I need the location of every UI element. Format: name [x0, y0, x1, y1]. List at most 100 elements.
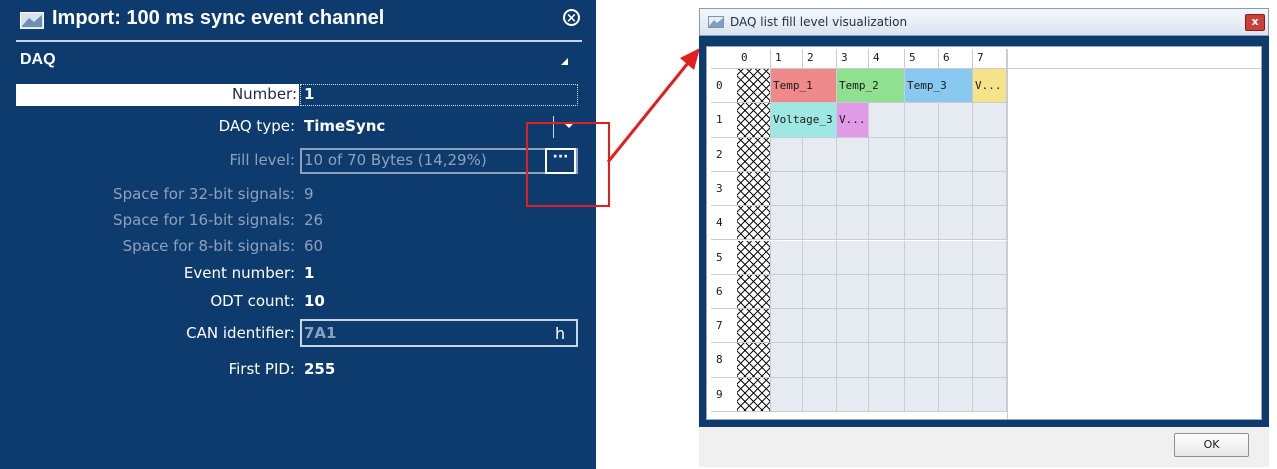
row-header: 7: [711, 309, 737, 344]
grid-cell: [939, 240, 973, 275]
close-icon[interactable]: x: [1245, 14, 1265, 31]
grid-cell: [939, 309, 973, 344]
row-header: 1: [711, 103, 737, 138]
column-header: 0: [737, 49, 771, 69]
highlight-box: [526, 122, 610, 207]
grid-cell: [803, 171, 837, 207]
grid-cell: [803, 137, 837, 172]
grid-cell: [869, 274, 905, 310]
grid-cell: [771, 343, 803, 378]
grid-cell: [905, 206, 939, 241]
grid-cell: [837, 274, 869, 310]
grid-cell: [771, 240, 803, 275]
grid-cell: [973, 274, 1007, 310]
pid-cell: [737, 343, 771, 378]
grid-cell: [905, 137, 939, 172]
row-header: 9: [711, 378, 737, 412]
signal-block[interactable]: Voltage_3: [771, 103, 837, 137]
grid-cell: [905, 240, 939, 275]
odt-count-value[interactable]: 10: [304, 292, 325, 310]
properties-panel: Import: 100 ms sync event channel × DAQ …: [0, 0, 596, 469]
grid-cell: [803, 240, 837, 275]
space8-label: Space for 8-bit signals:: [122, 237, 295, 255]
grid-cell: [939, 103, 973, 138]
row-header: 5: [711, 241, 737, 275]
column-header: 1: [771, 49, 803, 69]
event-number-value[interactable]: 1: [304, 264, 314, 282]
grid-cell: [771, 206, 803, 241]
grid-cell: [869, 206, 905, 241]
row-header: 4: [711, 206, 737, 241]
section-header-daq[interactable]: DAQ: [20, 51, 56, 69]
grid-cell: [869, 309, 905, 344]
number-row-selected[interactable]: Number:: [16, 84, 299, 106]
grid-cell: [939, 206, 973, 241]
grid-cell: [939, 377, 973, 412]
signal-block[interactable]: V...: [973, 69, 1007, 103]
grid-cell: [869, 171, 905, 207]
grid-cell: [939, 343, 973, 378]
grid-cell: [973, 206, 1007, 241]
grid-cell: [869, 137, 905, 172]
column-header: 6: [939, 49, 973, 69]
first-pid-value[interactable]: 255: [304, 360, 335, 378]
close-icon[interactable]: ×: [563, 9, 580, 26]
grid-edge: [1007, 49, 1008, 419]
row-header: 8: [711, 343, 737, 378]
fill-level-label: Fill level:: [229, 151, 295, 169]
can-identifier-field[interactable]: [300, 319, 578, 347]
pid-cell: [737, 137, 771, 172]
signal-block[interactable]: V...: [837, 103, 869, 137]
ok-button[interactable]: OK: [1174, 433, 1249, 457]
grid-cell: [905, 274, 939, 310]
grid-cell: [771, 274, 803, 310]
can-identifier-suffix: h: [555, 324, 566, 343]
grid-cell: [837, 309, 869, 344]
pid-cell: [737, 377, 771, 412]
grid-cell: [837, 137, 869, 172]
space16-label: Space for 16-bit signals:: [113, 211, 295, 229]
signal-block[interactable]: Temp_1: [771, 69, 837, 103]
grid-cell: [837, 206, 869, 241]
first-pid-label: First PID:: [228, 360, 295, 378]
window-icon: [708, 16, 724, 28]
can-identifier-value[interactable]: 7A1: [304, 324, 336, 342]
grid-cell: [869, 343, 905, 378]
signal-block[interactable]: Temp_3: [905, 69, 973, 103]
number-value[interactable]: 1: [304, 85, 314, 103]
annotation-arrow: [606, 48, 700, 163]
grid-cell: [803, 377, 837, 412]
grid-cell: [973, 137, 1007, 172]
grid-cell: [771, 309, 803, 344]
daq-type-value[interactable]: TimeSync: [304, 117, 385, 135]
column-header: 5: [905, 49, 939, 69]
grid-cell: [771, 377, 803, 412]
grid-cell: [803, 206, 837, 241]
grid-cell: [905, 377, 939, 412]
grid-cell: [837, 240, 869, 275]
row-header: 0: [711, 69, 737, 104]
space16-value: 26: [304, 211, 324, 229]
pid-cell: [737, 240, 771, 275]
pid-cell: [737, 309, 771, 344]
grid-cell: [837, 377, 869, 412]
collapse-icon[interactable]: [561, 58, 568, 65]
row-header: 6: [711, 275, 737, 310]
grid-cell: [869, 103, 905, 138]
daq-type-label: DAQ type:: [218, 117, 295, 135]
grid-cell: [905, 171, 939, 207]
number-field[interactable]: [300, 84, 578, 106]
fill-level-value: 10 of 70 Bytes (14,29%): [304, 151, 487, 169]
space32-label: Space for 32-bit signals:: [113, 185, 295, 203]
grid-cell: [803, 309, 837, 344]
dialog-titlebar[interactable]: DAQ list fill level visualization x: [699, 8, 1269, 36]
column-header: 2: [803, 49, 837, 69]
grid-cell: [939, 274, 973, 310]
grid-cell: [973, 103, 1007, 138]
grid-cell: [803, 343, 837, 378]
column-header: 7: [973, 49, 1007, 69]
signal-block[interactable]: Temp_2: [837, 69, 905, 103]
event-number-label: Event number:: [183, 264, 295, 282]
grid-cell: [973, 171, 1007, 207]
can-identifier-label: CAN identifier:: [186, 324, 295, 342]
